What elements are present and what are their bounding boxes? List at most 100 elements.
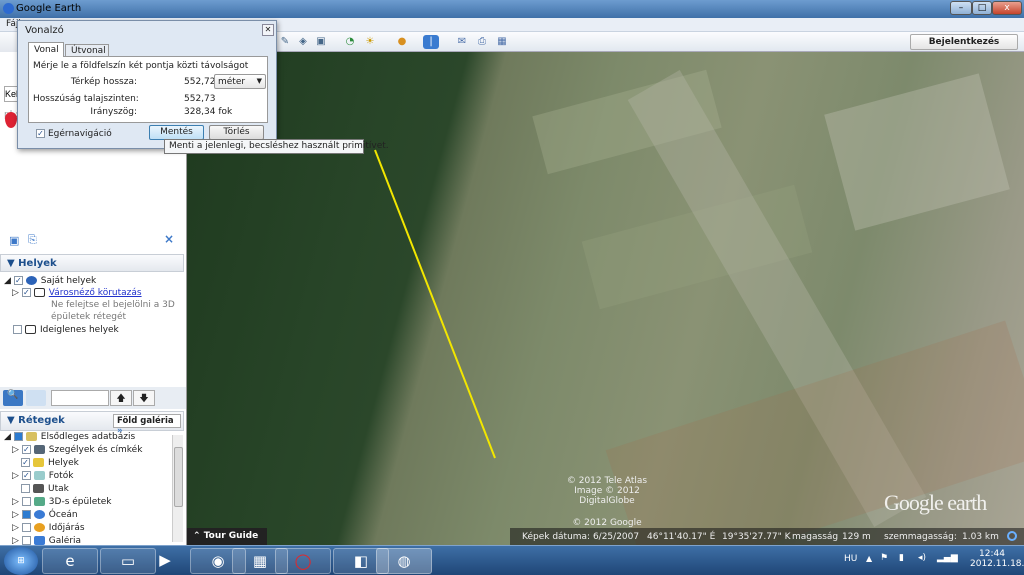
eye-altitude: 1.03 km: [962, 532, 999, 542]
layer-item[interactable]: ▷ Galéria: [12, 536, 81, 545]
layer-item[interactable]: ✓ Helyek: [21, 458, 79, 468]
layer-label: Galéria: [48, 536, 82, 545]
layers-scrollbar[interactable]: [172, 435, 183, 542]
google-earth-icon: [3, 3, 14, 14]
sign-in-button[interactable]: Bejelentkezés: [910, 34, 1018, 50]
place-item[interactable]: Ideiglenes helyek: [13, 325, 119, 335]
window-title: Google Earth: [16, 3, 82, 14]
placemark-icon: [5, 112, 17, 128]
place-note: épületek rétegét: [51, 312, 127, 322]
start-button[interactable]: ⊞: [4, 547, 38, 575]
search-icon[interactable]: 🔍: [3, 390, 23, 406]
longitude: 19°35'27.77" K: [722, 532, 791, 542]
credit-tele-atlas: © 2012 Tele Atlas: [566, 476, 648, 486]
places-title: Helyek: [18, 258, 57, 269]
earth-gallery-button[interactable]: Föld galéria »: [113, 414, 181, 436]
save-button[interactable]: Mentés: [149, 125, 204, 140]
layers-header[interactable]: ▼ Rétegek Föld galéria »: [0, 411, 184, 436]
media-player-icon[interactable]: ▶: [137, 548, 193, 574]
maximize-button[interactable]: □: [972, 1, 992, 15]
earth-map-view[interactable]: © 2012 Tele Atlas Image © 2012 DigitalGl…: [187, 52, 1024, 545]
ground-length-value: 552,73: [184, 94, 216, 104]
earth-gallery-label: Föld galéria: [117, 416, 174, 426]
clear-button[interactable]: Törlés: [209, 125, 264, 140]
streaming-indicator-icon: [1007, 531, 1017, 541]
power-icon[interactable]: ▮: [899, 553, 904, 563]
layer-item[interactable]: ◢ Elsődleges adatbázis: [4, 432, 135, 442]
tab-line[interactable]: Vonal: [28, 42, 64, 57]
layer-item[interactable]: ▷ 3D-s épületek: [12, 497, 112, 507]
layer-item[interactable]: ▷ ✓ Szegélyek és címkék: [12, 445, 142, 455]
imagery-date: Képek dátuma: 6/25/2007: [522, 532, 640, 542]
status-bar: Képek dátuma: 6/25/2007 46°11'40.17" É 1…: [510, 528, 1024, 545]
close-button[interactable]: x: [992, 1, 1022, 15]
close-panel-icon[interactable]: ×: [164, 232, 174, 246]
layer-item[interactable]: ▷ ✓ Fotók: [12, 471, 73, 481]
volume-icon[interactable]: ◂): [918, 553, 926, 563]
places-toolbar: 🔍 🡅 🡇: [0, 387, 186, 409]
move-down-button[interactable]: 🡇: [133, 390, 155, 406]
map-length-value: 552,72: [184, 77, 216, 87]
tour-link[interactable]: Városnéző körutazás: [49, 288, 142, 298]
clock-time: 12:44: [979, 549, 1005, 559]
action-center-icon[interactable]: ⚑: [880, 553, 888, 563]
places-header[interactable]: ▼ Helyek: [0, 254, 184, 272]
title-bar: Google Earth – □ x: [0, 0, 1024, 18]
measure-line: [374, 149, 496, 459]
add-path-icon[interactable]: ✎: [277, 35, 293, 49]
email-icon[interactable]: ✉: [454, 35, 470, 49]
paste-icon[interactable]: ⎘: [28, 233, 37, 247]
clock[interactable]: 12:44 2012.11.18.: [970, 549, 1024, 569]
add-folder-icon[interactable]: ▣: [9, 234, 19, 247]
add-polygon-icon[interactable]: ◈: [295, 35, 311, 49]
eye-altitude-label: szemmagasság:: [884, 532, 957, 542]
clock-date: 2012.11.18.: [970, 559, 1024, 569]
show-hidden-icons[interactable]: ▲: [866, 554, 872, 563]
layer-item[interactable]: ▷ Óceán: [12, 510, 78, 520]
places-filter-input[interactable]: [51, 390, 109, 406]
sunlight-icon[interactable]: ☀: [362, 35, 378, 49]
heading-value: 328,34 fok: [184, 107, 233, 117]
unit-select[interactable]: méter ▼: [214, 74, 266, 89]
tour-guide-button[interactable]: ⌃ Tour Guide: [187, 528, 267, 545]
google-maps-icon[interactable]: ▦: [494, 35, 510, 49]
scrollbar-thumb[interactable]: [174, 447, 183, 507]
toggle-panel-icon[interactable]: [26, 390, 46, 406]
place-item[interactable]: ◢ ✓ Saját helyek: [4, 276, 96, 286]
place-label: Saját helyek: [40, 276, 97, 286]
map-length-label: Térkép hossza:: [70, 77, 137, 87]
planets-icon[interactable]: ●: [394, 35, 410, 49]
layer-label: Időjárás: [48, 523, 85, 533]
chevron-down-icon: ▼: [256, 77, 262, 85]
vodafone-icon[interactable]: ◯: [275, 548, 331, 574]
credit-google: © 2012 Google: [572, 518, 642, 528]
layer-item[interactable]: ▷ Időjárás: [12, 523, 85, 533]
google-earth-logo: Google earth: [884, 490, 987, 515]
tab-path-label: Útvonal: [71, 46, 106, 56]
historical-imagery-icon[interactable]: ◔: [342, 35, 358, 49]
layer-label: Szegélyek és címkék: [48, 445, 143, 455]
credit-digitalglobe: Image © 2012 DigitalGlobe: [574, 486, 640, 506]
layer-label: Utak: [48, 484, 69, 494]
map-credits: © 2012 Tele Atlas Image © 2012 DigitalGl…: [547, 476, 667, 528]
move-up-button[interactable]: 🡅: [110, 390, 132, 406]
add-overlay-icon[interactable]: ▣: [313, 35, 329, 49]
ruler-description: Mérje le a földfelszín két pontja közti …: [33, 61, 249, 71]
ruler-icon[interactable]: |: [423, 35, 439, 49]
google-earth-task-icon[interactable]: ◍: [376, 548, 432, 574]
network-icon[interactable]: ▂▄▆: [937, 553, 958, 563]
place-label: Ideiglenes helyek: [40, 325, 119, 335]
layer-label: Fotók: [48, 471, 74, 481]
internet-explorer-icon[interactable]: e: [42, 548, 98, 574]
mouse-nav-checkbox[interactable]: ✓ Egérnavigáció: [36, 129, 112, 139]
dialog-close-button[interactable]: ✕: [262, 24, 274, 36]
language-indicator[interactable]: HU: [844, 554, 857, 564]
search-input[interactable]: [4, 86, 18, 102]
place-item[interactable]: ▷ ✓ Városnéző körutazás: [12, 288, 142, 298]
minimize-button[interactable]: –: [950, 1, 972, 15]
print-icon[interactable]: ⎙: [474, 35, 490, 49]
layer-label: Óceán: [48, 510, 78, 520]
layer-item[interactable]: Utak: [21, 484, 69, 494]
place-note: Ne felejtse el bejelölni a 3D: [51, 300, 175, 310]
ruler-panel: Mérje le a földfelszín két pontja közti …: [28, 56, 268, 123]
